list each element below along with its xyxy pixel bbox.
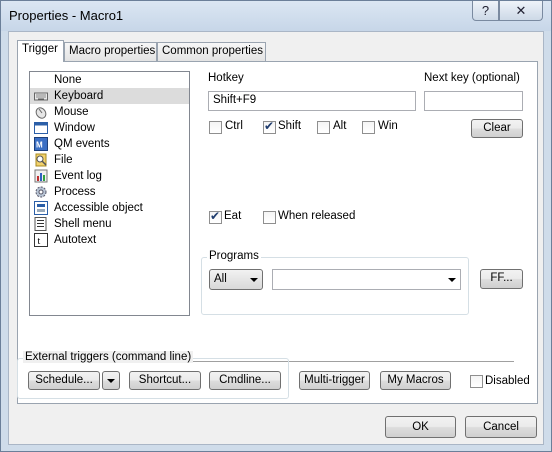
event-log-icon (34, 169, 48, 183)
ok-button[interactable]: OK (385, 416, 456, 438)
help-icon: ? (481, 3, 490, 18)
chevron-down-icon (448, 278, 456, 282)
multi-trigger-button[interactable]: Multi-trigger (299, 371, 370, 390)
window-title: Properties - Macro1 (9, 8, 124, 23)
tab-macro-properties[interactable]: Macro properties (64, 42, 157, 61)
properties-dialog: Properties - Macro1 ? ✕ Trigger Macro pr… (0, 0, 552, 452)
shortcut-button[interactable]: Shortcut... (129, 371, 201, 390)
chevron-down-icon (250, 278, 258, 282)
ff-button[interactable]: FF... (480, 269, 523, 289)
close-button[interactable]: ✕ (499, 1, 543, 21)
eat-label: Eat (224, 210, 242, 222)
chevron-down-icon (107, 379, 115, 383)
list-item-label: Window (54, 122, 95, 134)
ctrl-label: Ctrl (225, 120, 243, 132)
programs-scope-dropdown[interactable]: All (209, 269, 263, 290)
list-item-label: Shell menu (54, 218, 112, 230)
next-key-label: Next key (optional) (424, 72, 520, 84)
list-item-autotext[interactable]: t Autotext (30, 232, 189, 248)
tab-common-properties[interactable]: Common properties (157, 42, 266, 61)
help-button[interactable]: ? (472, 1, 499, 21)
cancel-button[interactable]: Cancel (465, 416, 537, 438)
ctrl-checkbox[interactable] (209, 121, 222, 134)
list-item-shell-menu[interactable]: Shell menu (30, 216, 189, 232)
trigger-type-list[interactable]: None Keyboard Mouse Window M QM events F… (29, 71, 190, 316)
program-name-combobox[interactable] (272, 269, 461, 290)
list-item-file[interactable]: File (30, 152, 189, 168)
qm-events-icon: M (34, 137, 48, 151)
cmdline-button[interactable]: Cmdline... (209, 371, 281, 390)
list-item-label: QM events (54, 138, 110, 150)
my-macros-button[interactable]: My Macros (380, 371, 451, 390)
when-released-checkbox[interactable] (263, 211, 276, 224)
disabled-label: Disabled (485, 375, 530, 387)
list-item-mouse[interactable]: Mouse (30, 104, 189, 120)
autotext-icon: t (34, 233, 48, 247)
programs-label: Programs (207, 250, 261, 262)
list-item-process[interactable]: Process (30, 184, 189, 200)
alt-checkbox[interactable] (317, 121, 330, 134)
clear-button[interactable]: Clear (471, 119, 523, 138)
shift-checkbox[interactable]: ✔ (263, 119, 276, 134)
schedule-button[interactable]: Schedule... (28, 371, 100, 390)
process-gear-icon (35, 186, 47, 198)
list-item-event-log[interactable]: Event log (30, 168, 189, 184)
list-item-label: Autotext (54, 234, 97, 246)
list-item-label: File (54, 154, 73, 166)
window-icon (34, 122, 48, 134)
eat-checkbox[interactable]: ✔ (209, 209, 222, 224)
win-label: Win (378, 120, 398, 132)
win-checkbox[interactable] (362, 121, 375, 134)
list-item-label: Mouse (54, 106, 89, 118)
list-item-label: Process (54, 186, 96, 198)
disabled-checkbox[interactable] (470, 375, 483, 388)
shell-menu-icon (34, 217, 47, 231)
list-item-label: Keyboard (54, 90, 104, 102)
check-icon: ✔ (264, 119, 275, 133)
list-item-accessible-object[interactable]: Accessible object (30, 200, 189, 216)
svg-text:t: t (38, 236, 41, 247)
schedule-dropdown-button[interactable] (102, 371, 120, 390)
list-item-qm-events[interactable]: M QM events (30, 136, 189, 152)
keyboard-icon (34, 92, 48, 101)
hotkey-field[interactable]: Shift+F9 (208, 91, 416, 111)
title-bar[interactable]: Properties - Macro1 ? ✕ (1, 1, 551, 31)
list-item-none[interactable]: None (30, 72, 189, 88)
check-icon: ✔ (210, 209, 221, 223)
svg-text:M: M (36, 141, 43, 150)
tab-trigger[interactable]: Trigger (17, 40, 64, 62)
mouse-icon (35, 107, 47, 119)
list-item-keyboard[interactable]: Keyboard (30, 88, 189, 104)
close-icon: ✕ (515, 3, 527, 18)
hotkey-label: Hotkey (208, 72, 244, 84)
list-item-label: Event log (54, 170, 102, 182)
alt-label: Alt (333, 120, 347, 132)
dialog-client-area: Trigger Macro properties Common properti… (8, 31, 544, 445)
next-key-field[interactable] (424, 91, 523, 111)
external-triggers-label: External triggers (command line) (23, 351, 194, 363)
list-item-label: None (54, 74, 82, 86)
programs-scope-value: All (214, 273, 227, 285)
list-item-label: Accessible object (54, 202, 143, 214)
shift-label: Shift (278, 120, 302, 132)
accessible-object-icon (34, 201, 48, 215)
list-item-window[interactable]: Window (30, 120, 189, 136)
file-search-icon (35, 153, 47, 167)
when-released-label: When released (278, 210, 356, 222)
